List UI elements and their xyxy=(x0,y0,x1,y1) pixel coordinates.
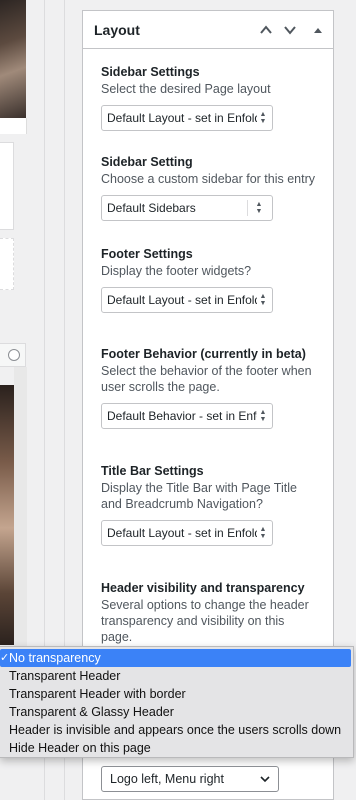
footer-behavior-section: Footer Behavior (currently in beta) Sele… xyxy=(101,346,319,429)
checkmark-icon: ✓ xyxy=(0,652,10,664)
chevron-down-icon xyxy=(284,26,296,35)
section-title: Sidebar Settings xyxy=(101,65,200,79)
dropdown-option[interactable]: Header is invisible and appears once the… xyxy=(0,721,353,739)
section-description: Several options to change the header tra… xyxy=(101,598,309,644)
footer-behavior-select[interactable]: Default Behavior - set in Enfold ▲ ▼ xyxy=(101,403,273,429)
image-frame xyxy=(14,367,27,657)
select-value: Default Layout - set in Enfold xyxy=(107,526,257,540)
editor-block[interactable] xyxy=(0,142,14,230)
select-value: Default Layout - set in Enfold xyxy=(107,111,257,125)
option-label: Transparent Header with border xyxy=(9,687,186,701)
sidebar-layout-select[interactable]: Default Layout - set in Enfold ▲ ▼ xyxy=(101,105,273,131)
content-image-bottom[interactable] xyxy=(0,385,14,645)
toggle-panel-button[interactable] xyxy=(307,19,329,41)
option-label: Transparent Header xyxy=(9,669,121,683)
sidebar-settings-section: Sidebar Settings Select the desired Page… xyxy=(101,64,319,131)
move-down-button[interactable] xyxy=(279,19,301,41)
option-label: Hide Header on this page xyxy=(9,741,151,755)
editor-block-toolbar xyxy=(0,343,26,367)
section-description: Display the Title Bar with Page Title an… xyxy=(101,481,297,511)
select-value: Logo left, Menu right xyxy=(110,772,224,786)
section-description: Select the desired Page layout xyxy=(101,82,271,96)
select-value: Default Behavior - set in Enfold xyxy=(107,409,257,423)
select-arrows-icon: ▲ ▼ xyxy=(259,293,267,307)
header-visibility-section: Header visibility and transparency Sever… xyxy=(101,580,319,645)
option-label: Header is invisible and appears once the… xyxy=(9,723,342,737)
dropdown-option[interactable]: ✓ No transparency xyxy=(0,649,351,667)
select-value: Default Sidebars xyxy=(107,201,196,215)
section-title: Footer Behavior (currently in beta) xyxy=(101,347,306,361)
radio-circle-icon[interactable] xyxy=(8,349,20,361)
triangle-up-icon xyxy=(314,28,322,33)
select-arrows-icon: ▲ ▼ xyxy=(259,409,267,423)
section-title: Title Bar Settings xyxy=(101,464,204,478)
dropdown-option[interactable]: Transparent Header xyxy=(0,667,353,685)
option-label: No transparency xyxy=(9,651,101,665)
footer-widgets-select[interactable]: Default Layout - set in Enfold ▲ ▼ xyxy=(101,287,273,313)
section-title: Footer Settings xyxy=(101,247,193,261)
content-image-top[interactable] xyxy=(0,0,26,118)
header-transparency-dropdown: ✓ No transparency Transparent Header Tra… xyxy=(0,646,354,758)
chevron-up-icon xyxy=(260,25,272,34)
chevron-down-icon xyxy=(259,767,271,794)
image-caption-area xyxy=(0,118,27,134)
select-arrows-icon: ▲ ▼ xyxy=(255,201,263,215)
select-separator xyxy=(247,200,248,216)
dropdown-option[interactable]: Transparent & Glassy Header xyxy=(0,703,353,721)
sidebar-setting-section: Sidebar Setting Choose a custom sidebar … xyxy=(101,154,319,221)
section-description: Display the footer widgets? xyxy=(101,264,252,278)
footer-settings-section: Footer Settings Display the footer widge… xyxy=(101,246,319,313)
section-title: Sidebar Setting xyxy=(101,155,193,169)
header-layout-select[interactable]: Logo left, Menu right xyxy=(101,766,279,792)
dropdown-option[interactable]: Hide Header on this page xyxy=(0,739,353,757)
section-description: Choose a custom sidebar for this entry xyxy=(101,172,315,186)
section-title: Header visibility and transparency xyxy=(101,581,305,595)
section-description: Select the behavior of the footer when u… xyxy=(101,364,312,394)
title-bar-section: Title Bar Settings Display the Title Bar… xyxy=(101,463,319,546)
select-arrows-icon: ▲ ▼ xyxy=(259,111,267,125)
dropdown-option[interactable]: Transparent Header with border xyxy=(0,685,353,703)
title-bar-select[interactable]: Default Layout - set in Enfold ▲ ▼ xyxy=(101,520,273,546)
metabox-title: Layout xyxy=(94,21,140,38)
metabox-header: Layout xyxy=(83,11,333,49)
select-arrows-icon: ▲ ▼ xyxy=(259,526,267,540)
move-up-button[interactable] xyxy=(255,19,277,41)
select-value: Default Layout - set in Enfold xyxy=(107,293,257,307)
option-label: Transparent & Glassy Header xyxy=(9,705,174,719)
custom-sidebar-select[interactable]: Default Sidebars ▲ ▼ xyxy=(101,195,273,221)
editor-dropzone[interactable] xyxy=(0,238,14,290)
